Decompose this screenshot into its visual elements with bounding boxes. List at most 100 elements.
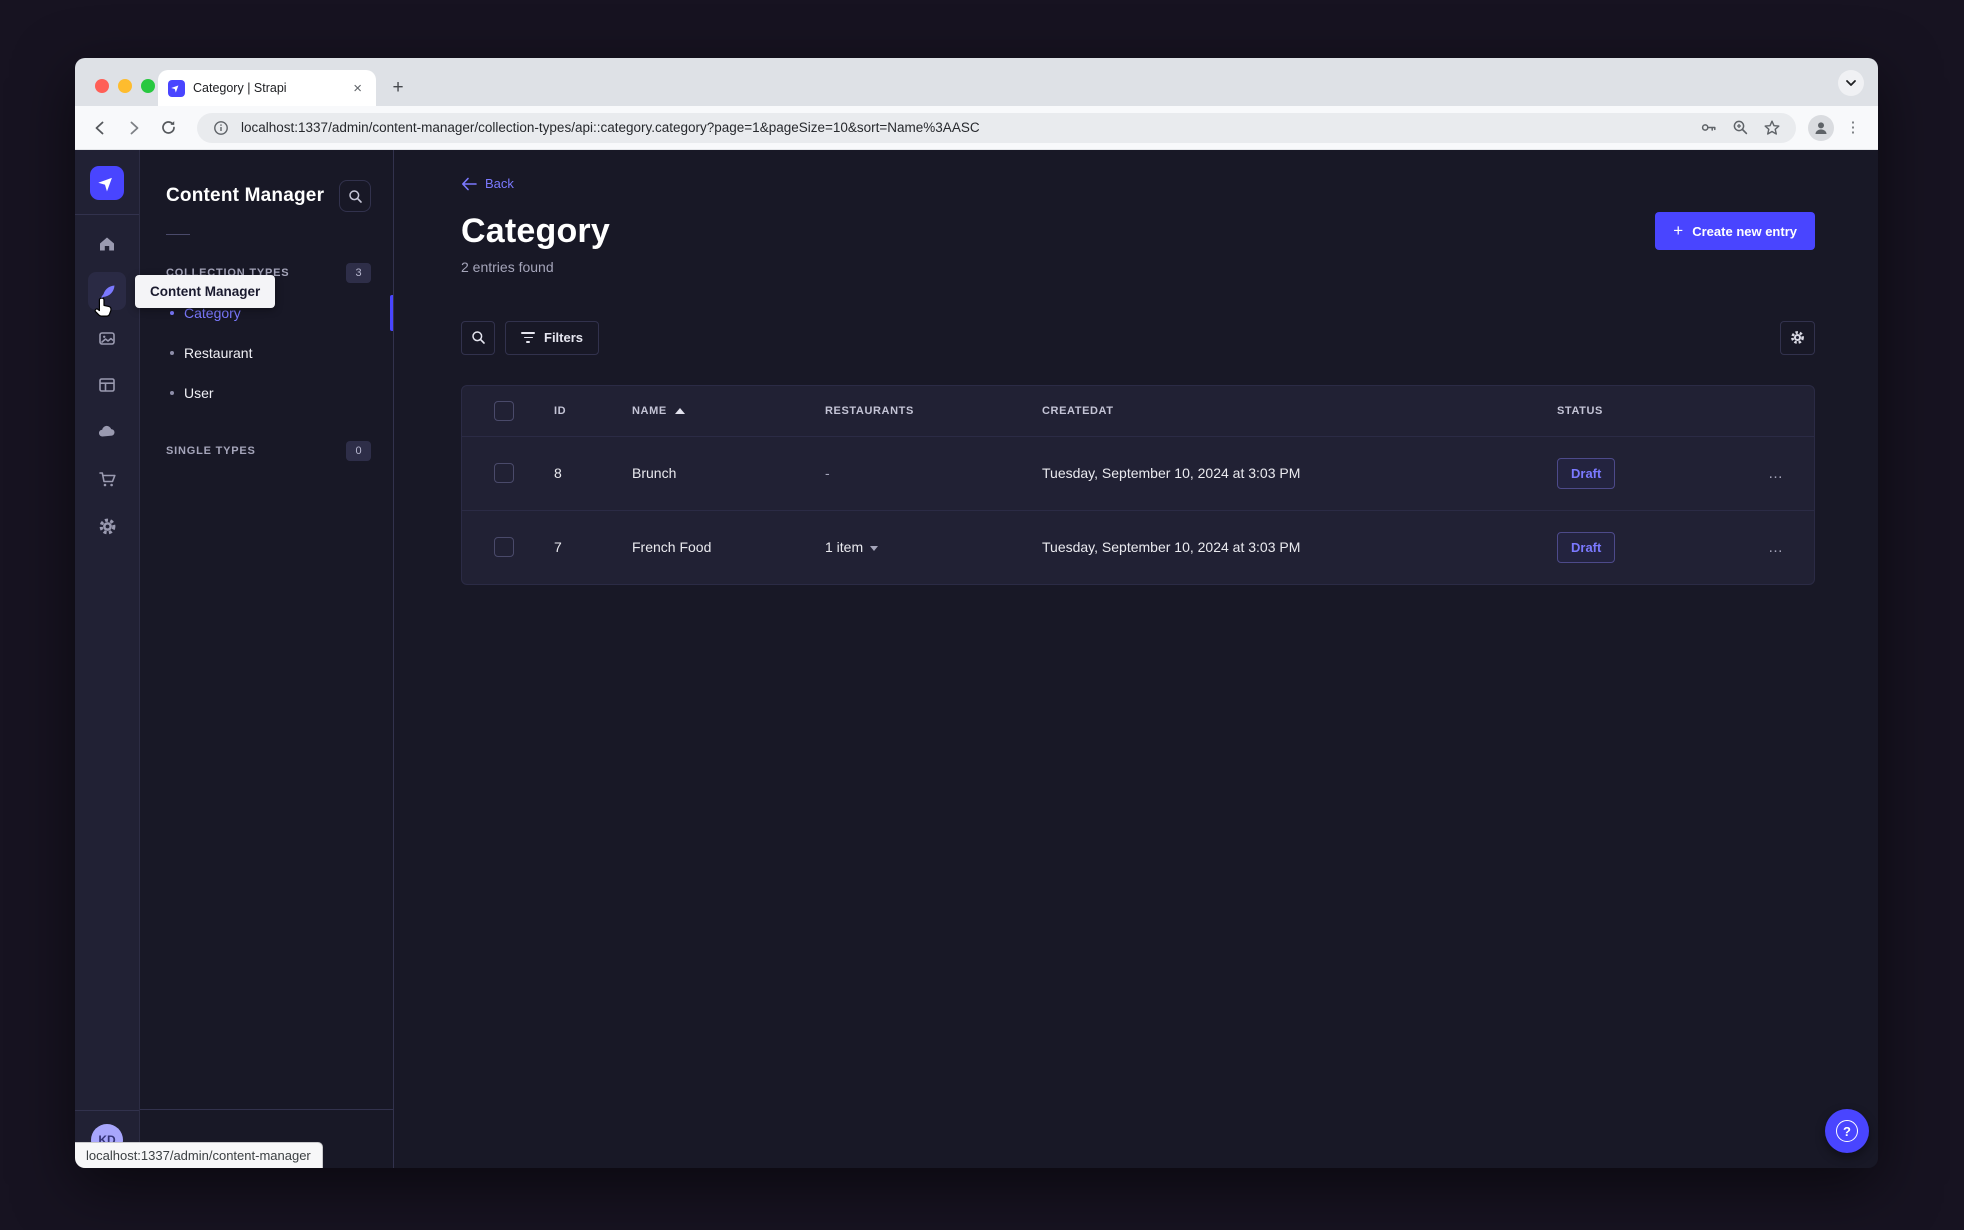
nav-divider — [75, 214, 139, 215]
column-header-restaurants[interactable]: RESTAURANTS — [825, 405, 1042, 417]
gear-icon — [1791, 331, 1804, 344]
strapi-admin: ➤ KD Content Manager COLLECTION TYPES 3 … — [75, 150, 1878, 1168]
address-bar[interactable]: localhost:1337/admin/content-manager/col… — [197, 112, 1796, 143]
column-header-id[interactable]: ID — [554, 405, 632, 417]
zoom-page-icon[interactable] — [1728, 116, 1752, 140]
tab-title: Category | Strapi — [193, 81, 287, 95]
nav-media-library-button[interactable] — [88, 319, 126, 357]
subnav-title: Content Manager — [166, 185, 325, 206]
page-title: Category — [461, 211, 610, 250]
chevron-down-icon — [870, 545, 879, 551]
cloud-icon — [98, 425, 115, 437]
column-header-createdat[interactable]: CREATEDAT — [1042, 405, 1557, 417]
cell-createdat: Tuesday, September 10, 2024 at 3:03 PM — [1042, 539, 1301, 555]
plus-icon: + — [1673, 221, 1684, 240]
search-entries-button[interactable] — [461, 320, 495, 355]
layout-icon — [99, 378, 115, 392]
column-header-name[interactable]: NAME — [632, 405, 825, 417]
arrow-left-icon — [462, 177, 477, 190]
tab-close-icon[interactable]: × — [349, 79, 366, 98]
browser-tab[interactable]: ➤ Category | Strapi × — [158, 70, 376, 106]
subnav-bottom-divider — [140, 1109, 393, 1110]
minimize-window-button[interactable] — [118, 79, 132, 93]
status-badge: Draft — [1557, 531, 1616, 563]
strapi-logo[interactable]: ➤ — [90, 166, 124, 200]
cell-name: Brunch — [632, 465, 677, 481]
cell-name: French Food — [632, 539, 712, 555]
back-link[interactable]: Back — [461, 176, 514, 191]
reload-icon[interactable] — [153, 113, 183, 143]
subnav-divider — [166, 234, 190, 235]
chevron-down-icon — [1846, 80, 1856, 86]
pointer-cursor-icon — [93, 296, 117, 322]
subnav-item-label: Restaurant — [184, 345, 253, 361]
bullet-icon — [170, 391, 174, 395]
sort-ascending-icon — [674, 407, 685, 414]
select-all-checkbox[interactable] — [494, 400, 514, 421]
column-header-status[interactable]: STATUS — [1557, 405, 1757, 417]
single-types-count-badge: 0 — [346, 441, 371, 461]
window-controls — [95, 79, 155, 93]
subnav-search-button[interactable] — [339, 180, 371, 212]
bookmark-star-icon[interactable] — [1760, 116, 1784, 140]
browser-window: ➤ Category | Strapi × + localhost:1337/a… — [75, 58, 1878, 1168]
search-icon — [348, 189, 362, 203]
tab-strip: ➤ Category | Strapi × + — [75, 58, 1878, 106]
nav-content-type-builder-button[interactable] — [88, 366, 126, 404]
subnav-item-user[interactable]: User — [140, 373, 393, 413]
url-text: localhost:1337/admin/content-manager/col… — [241, 120, 980, 135]
strapi-favicon-icon: ➤ — [168, 79, 185, 97]
cart-icon — [98, 471, 116, 486]
subnav-item-restaurant[interactable]: Restaurant — [140, 333, 393, 373]
view-settings-button[interactable] — [1780, 320, 1815, 355]
cell-id: 8 — [554, 465, 562, 481]
help-button[interactable]: ? — [1825, 1109, 1869, 1153]
password-key-icon[interactable] — [1696, 116, 1720, 140]
bullet-icon — [170, 311, 174, 315]
browser-profile-icon[interactable] — [1808, 114, 1834, 141]
nav-deploy-cloud-button[interactable] — [88, 413, 126, 451]
main-content: Back Category + Create new entry 2 entri… — [394, 150, 1878, 1168]
cell-createdat: Tuesday, September 10, 2024 at 3:03 PM — [1042, 465, 1301, 481]
single-types-label: SINGLE TYPES — [166, 445, 256, 457]
gear-icon — [99, 518, 115, 534]
browser-menu-icon[interactable]: ⋮ — [1838, 113, 1868, 143]
filter-icon — [521, 331, 535, 344]
back-nav-icon[interactable] — [85, 113, 115, 143]
collection-types-count-badge: 3 — [346, 263, 371, 283]
cell-id: 7 — [554, 539, 562, 555]
tab-search-button[interactable] — [1838, 70, 1864, 96]
home-icon — [100, 237, 114, 251]
filters-button[interactable]: Filters — [505, 320, 600, 355]
media-images-icon — [99, 332, 115, 345]
forward-nav-icon[interactable] — [119, 113, 149, 143]
row-menu-button[interactable]: … — [1762, 461, 1790, 486]
nav-home-button[interactable] — [88, 225, 126, 263]
maximize-window-button[interactable] — [141, 79, 155, 93]
table-row[interactable]: 7 French Food 1 item Tuesday, September … — [462, 509, 1814, 584]
table-header-row: ID NAME RESTAURANTS CREATEDAT STATUS — [462, 386, 1814, 436]
row-checkbox[interactable] — [494, 537, 514, 557]
entries-count: 2 entries found — [461, 258, 554, 275]
new-tab-button[interactable]: + — [384, 74, 412, 102]
question-mark-icon: ? — [1836, 1120, 1858, 1142]
table-row[interactable]: 8 Brunch - Tuesday, September 10, 2024 a… — [462, 435, 1814, 510]
close-window-button[interactable] — [95, 79, 109, 93]
search-icon — [471, 331, 485, 344]
row-checkbox[interactable] — [494, 463, 514, 483]
status-badge: Draft — [1557, 457, 1616, 489]
content-manager-tooltip: Content Manager — [135, 275, 276, 308]
single-types-section: SINGLE TYPES 0 — [140, 441, 393, 461]
nav-settings-button[interactable] — [88, 507, 126, 545]
cell-restaurants: - — [825, 465, 830, 481]
subnav-item-label: User — [184, 385, 214, 401]
nav-marketplace-button[interactable] — [88, 460, 126, 498]
browser-toolbar: localhost:1337/admin/content-manager/col… — [75, 106, 1878, 150]
status-bar-link-preview: localhost:1337/admin/content-manager — [75, 1142, 323, 1168]
bullet-icon — [170, 351, 174, 355]
entries-table: ID NAME RESTAURANTS CREATEDAT STATUS 8 B… — [461, 384, 1815, 585]
page-info-icon[interactable] — [209, 116, 233, 140]
create-new-entry-button[interactable]: + Create new entry — [1655, 212, 1815, 250]
cell-restaurants[interactable]: 1 item — [825, 539, 1042, 555]
row-menu-button[interactable]: … — [1762, 535, 1790, 560]
